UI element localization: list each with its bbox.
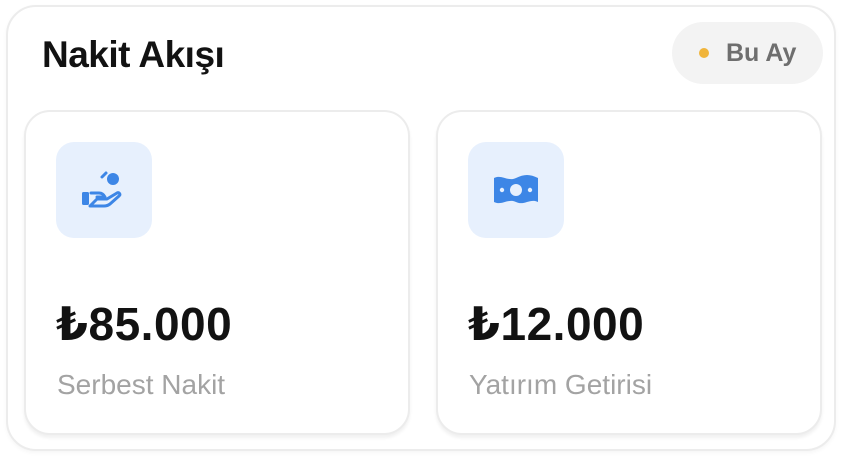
- free-cash-label: Serbest Nakit: [57, 369, 226, 400]
- investment-return-label: Yatırım Getirisi: [469, 369, 653, 400]
- free-cash-value: ₺85.000: [56, 298, 233, 350]
- hand-coin-icon: [56, 142, 152, 238]
- banknote-icon: [468, 142, 564, 238]
- period-selector-button[interactable]: Bu Ay: [672, 22, 823, 84]
- cash-flow-widget: Nakit Akışı Bu Ay ₺85.000 Serbest Nakit …: [6, 5, 836, 451]
- stat-card-free-cash: ₺85.000 Serbest Nakit: [24, 110, 410, 435]
- widget-title: Nakit Akışı: [42, 34, 225, 75]
- period-status-dot: [699, 48, 709, 58]
- period-label: Bu Ay: [726, 38, 797, 67]
- investment-return-value: ₺12.000: [468, 298, 645, 350]
- stat-card-investment-return: ₺12.000 Yatırım Getirisi: [436, 110, 822, 435]
